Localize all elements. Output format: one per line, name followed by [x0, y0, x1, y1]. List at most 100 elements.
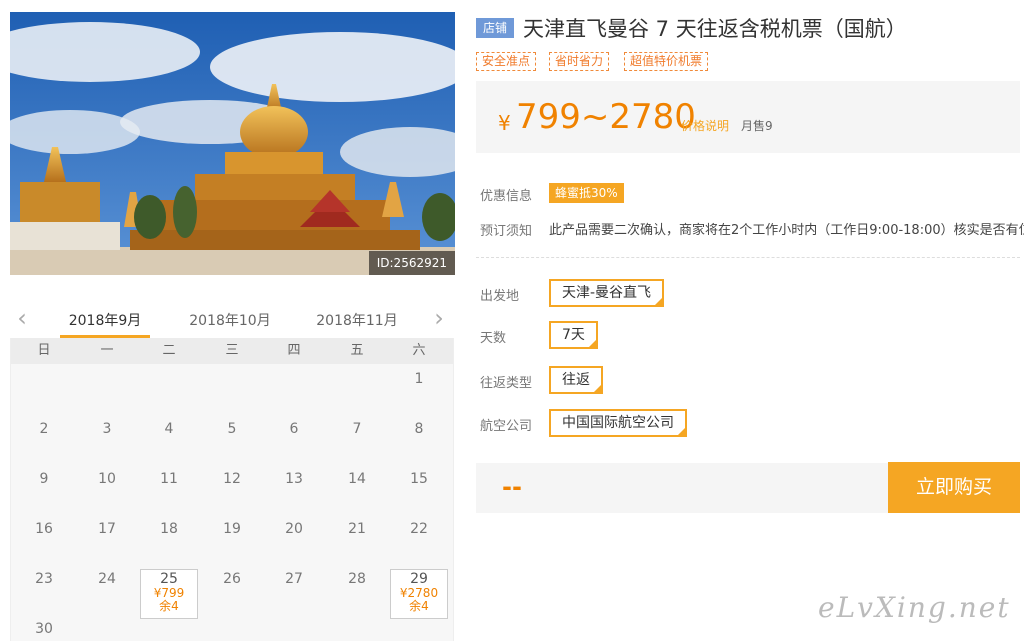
calendar-day[interactable]: 26: [201, 566, 263, 612]
calendar-day[interactable]: 20: [263, 516, 325, 562]
days-option[interactable]: 7天: [549, 321, 598, 349]
calendar-day-available[interactable]: 25 ¥799 余4: [140, 569, 198, 619]
calendar-day[interactable]: 15: [388, 466, 450, 512]
day-number: 29: [410, 571, 428, 587]
weekday-label: 三: [225, 343, 239, 358]
day-number: 12: [223, 471, 241, 487]
notice-label: 预订须知: [480, 224, 533, 239]
day-number: 17: [98, 521, 116, 537]
calendar-day[interactable]: 2: [13, 416, 75, 462]
calendar-day[interactable]: 21: [326, 516, 388, 562]
day-number: 4: [164, 421, 174, 437]
airline-option[interactable]: 中国国际航空公司: [549, 409, 687, 437]
price-range: 799~2780: [516, 97, 696, 137]
weekday-label: 五: [350, 343, 364, 358]
calendar-month-tab[interactable]: 2018年11月: [312, 310, 402, 330]
calendar-weekday-header: 日 一 二 三 四 五 六: [11, 338, 453, 364]
day-number: 7: [352, 421, 362, 437]
calendar-day[interactable]: 1: [388, 366, 450, 412]
calendar-day[interactable]: 16: [13, 516, 75, 562]
trip-type-option[interactable]: 往返: [549, 366, 603, 394]
pagoda-photo: [10, 12, 455, 275]
day-number: 11: [160, 471, 178, 487]
calendar-day[interactable]: 17: [76, 516, 138, 562]
chevron-left-icon[interactable]: ‹: [10, 304, 34, 334]
calendar-day[interactable]: 5: [201, 416, 263, 462]
day-number: 28: [348, 571, 366, 587]
day-number: 27: [285, 571, 303, 587]
section-divider: [476, 257, 1020, 258]
days-label: 天数: [480, 331, 507, 346]
calendar-month-tab-active[interactable]: 2018年9月: [60, 310, 150, 330]
day-number: 19: [223, 521, 241, 537]
weekday-label: 二: [162, 343, 176, 358]
calendar-day[interactable]: 22: [388, 516, 450, 562]
feature-tag: 省时省力: [549, 52, 610, 71]
departure-option[interactable]: 天津-曼谷直飞: [549, 279, 665, 307]
day-remaining: 余4: [409, 599, 429, 613]
day-number: 23: [35, 571, 53, 587]
departure-label: 出发地: [480, 289, 520, 304]
day-number: 16: [35, 521, 53, 537]
calendar-day[interactable]: 11: [138, 466, 200, 512]
price-explanation-link[interactable]: 价格说明: [681, 117, 729, 134]
day-number: 15: [410, 471, 428, 487]
day-number: 6: [289, 421, 299, 437]
calendar-day[interactable]: 6: [263, 416, 325, 462]
day-number: 14: [348, 471, 366, 487]
feature-tag: 安全准点: [476, 52, 537, 71]
calendar-day[interactable]: 7: [326, 416, 388, 462]
image-id-label: ID:2562921: [368, 251, 455, 275]
calendar-day[interactable]: 18: [138, 516, 200, 562]
calendar-day[interactable]: 4: [138, 416, 200, 462]
calendar-day[interactable]: 23: [13, 566, 75, 612]
airline-label: 航空公司: [480, 419, 533, 434]
weekday-label: 一: [100, 343, 114, 358]
product-title: 天津直飞曼谷 7 天往返含税机票（国航）: [523, 17, 907, 41]
day-number: 5: [227, 421, 237, 437]
monthly-sales: 月售9: [741, 119, 773, 133]
day-number: 30: [35, 621, 53, 637]
calendar-day[interactable]: 8: [388, 416, 450, 462]
day-number: 21: [348, 521, 366, 537]
weekday-label: 日: [37, 343, 51, 358]
day-remaining: 余4: [159, 599, 179, 613]
day-number: 18: [160, 521, 178, 537]
calendar-day-available[interactable]: 29 ¥2780 余4: [390, 569, 448, 619]
day-number: 20: [285, 521, 303, 537]
buy-now-button[interactable]: 立即购买: [888, 462, 1020, 513]
day-number: 26: [223, 571, 241, 587]
price-currency: ¥: [498, 111, 511, 135]
calendar-day[interactable]: 27: [263, 566, 325, 612]
notice-text: 此产品需要二次确认，商家将在2个工作小时内（工作日9:00-18:00）核实是否…: [549, 223, 1024, 238]
calendar-day[interactable]: 13: [263, 466, 325, 512]
calendar-day[interactable]: 24: [76, 566, 138, 612]
weekday-label: 六: [412, 343, 426, 358]
total-price: --: [502, 473, 522, 501]
day-number: 9: [39, 471, 49, 487]
day-number: 8: [414, 421, 424, 437]
calendar-day[interactable]: 19: [201, 516, 263, 562]
day-number: 10: [98, 471, 116, 487]
calendar-day[interactable]: 10: [76, 466, 138, 512]
feature-tag: 超值特价机票: [624, 52, 709, 71]
weekday-label: 四: [287, 343, 301, 358]
calendar-day[interactable]: 28: [326, 566, 388, 612]
calendar-day[interactable]: 14: [326, 466, 388, 512]
calendar-month-tab[interactable]: 2018年10月: [185, 310, 275, 330]
day-number: 24: [98, 571, 116, 587]
calendar-day[interactable]: 30: [13, 616, 75, 641]
store-badge: 店铺: [476, 18, 514, 38]
watermark: eLvXing.net: [818, 591, 1011, 624]
trip-type-label: 往返类型: [480, 376, 533, 391]
calendar-day[interactable]: 12: [201, 466, 263, 512]
calendar-day[interactable]: 3: [76, 416, 138, 462]
calendar-month-nav: ‹ 2018年9月 2018年10月 2018年11月 ›: [10, 300, 455, 338]
day-number: 2: [39, 421, 49, 437]
day-number: 3: [102, 421, 112, 437]
day-number: 22: [410, 521, 428, 537]
price-panel: ¥ 799~2780 价格说明 月售9: [476, 81, 1020, 153]
promo-label: 优惠信息: [480, 189, 533, 204]
chevron-right-icon[interactable]: ›: [427, 304, 451, 334]
calendar-day[interactable]: 9: [13, 466, 75, 512]
